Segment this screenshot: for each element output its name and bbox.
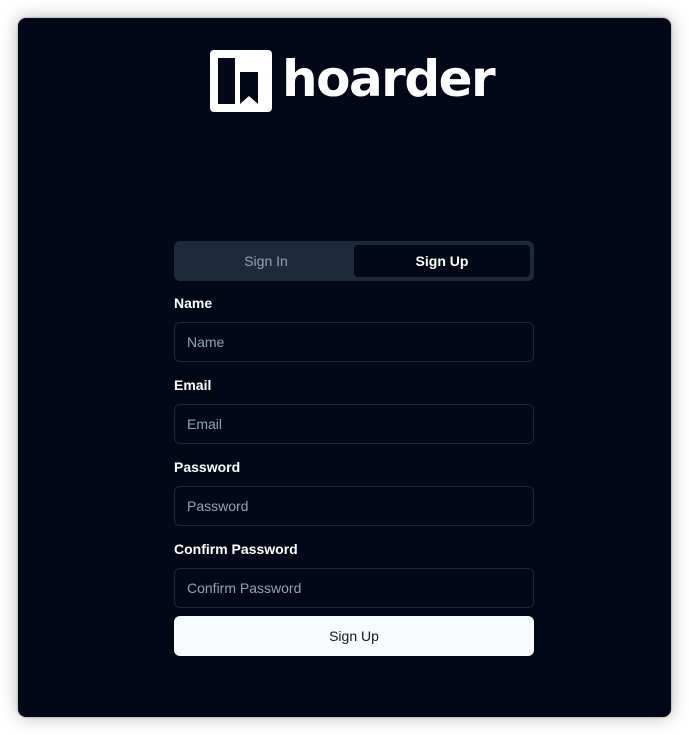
bookmark-logo-icon — [210, 50, 272, 112]
email-input[interactable] — [174, 404, 534, 444]
tab-sign-in[interactable]: Sign In — [178, 245, 354, 277]
signup-form: Sign In Sign Up Name Email Password Conf… — [174, 241, 534, 656]
app-logo: hoarder — [210, 50, 496, 112]
name-label: Name — [174, 295, 213, 311]
sign-up-button[interactable]: Sign Up — [174, 616, 534, 656]
app-window: hoarder Sign In Sign Up Name Email Passw… — [18, 18, 671, 717]
name-input[interactable] — [174, 322, 534, 362]
tab-sign-up[interactable]: Sign Up — [354, 245, 530, 277]
password-input[interactable] — [174, 486, 534, 526]
confirm-password-input[interactable] — [174, 568, 534, 608]
password-label: Password — [174, 459, 241, 475]
auth-tabs: Sign In Sign Up — [174, 241, 534, 281]
confirm-password-label: Confirm Password — [174, 541, 298, 557]
email-label: Email — [174, 377, 212, 393]
logo-wordmark: hoarder — [282, 50, 496, 108]
